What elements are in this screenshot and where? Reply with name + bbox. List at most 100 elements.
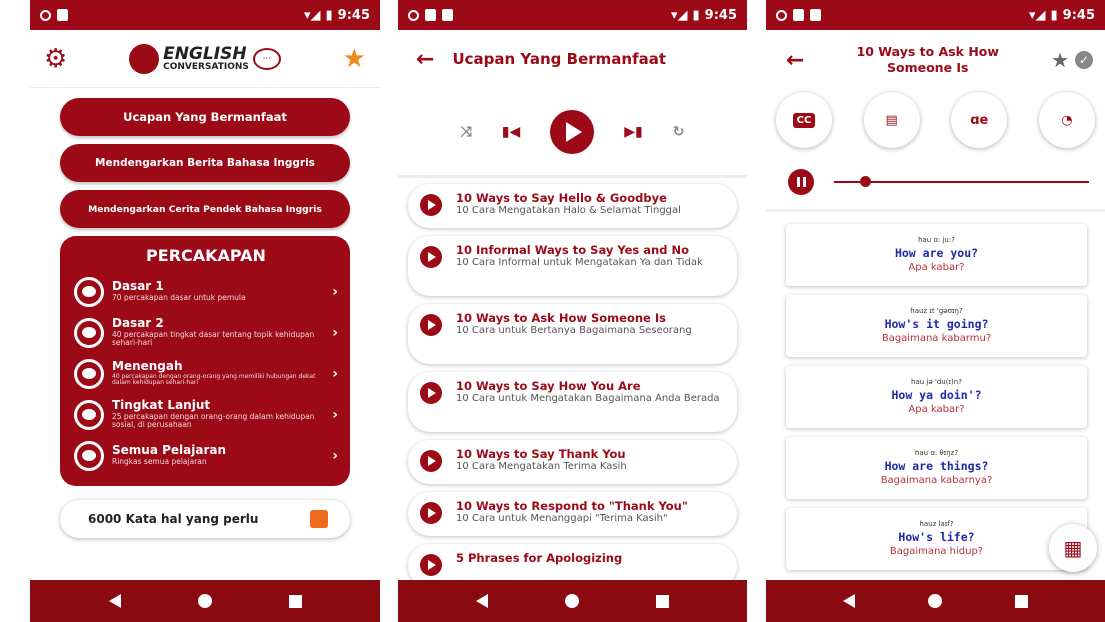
conversation-item-name: Menengah (112, 359, 183, 373)
lesson-title: 10 Informal Ways to Say Yes and No (456, 243, 689, 257)
conversation-item-name: Tingkat Lanjut (112, 398, 211, 412)
screen-header: ← 10 Ways to Ask How Someone Is ★ ✓ (766, 30, 1105, 90)
chevron-right-icon: › (332, 365, 338, 382)
subtitles-button[interactable]: CC (776, 92, 832, 148)
app-header: ⚙ ENGLISH CONVERSATIONS ··· ★ (30, 30, 380, 88)
vocabulary-button[interactable]: 6000 Kata hal yang perlu (60, 500, 350, 538)
lesson-item[interactable]: 10 Ways to Say How You Are 10 Cara untuk… (408, 372, 737, 432)
shuffle-icon[interactable]: ⤨ (461, 124, 472, 140)
recents-nav-icon[interactable] (288, 594, 302, 608)
play-icon[interactable] (420, 554, 442, 576)
check-icon[interactable]: ✓ (1075, 51, 1093, 69)
lesson-title: 10 Ways to Say Hello & Goodbye (456, 191, 667, 205)
app-logo: ENGLISH CONVERSATIONS ··· (129, 43, 281, 74)
star-icon[interactable]: ★ (1051, 48, 1069, 72)
lesson-item[interactable]: 10 Ways to Respond to "Thank You" 10 Car… (408, 492, 737, 536)
previous-icon[interactable]: ▮◀ (502, 124, 520, 140)
short-story-listening-button[interactable]: Mendengarkan Cerita Pendek Bahasa Inggri… (60, 190, 350, 228)
play-icon[interactable] (420, 450, 442, 472)
conversation-item-desc: Ringkas semua pelajaran (112, 457, 207, 467)
chevron-right-icon: › (332, 324, 338, 341)
screen-title: Ucapan Yang Bermanfaat (452, 50, 667, 68)
back-nav-icon[interactable] (108, 594, 121, 608)
phrase-card[interactable]: hauz laɪf? How's life? Bagaimana hidup? (786, 508, 1087, 570)
phrase-indonesian: Bagaimana kabarnya? (880, 474, 993, 486)
vocabulary-button-label: 6000 Kata hal yang perlu (88, 512, 259, 526)
chevron-right-icon: › (332, 283, 338, 300)
lesson-title: 10 Ways to Say Thank You (456, 447, 626, 461)
conversation-item-semua-pelajaran[interactable]: Semua Pelajaran Ringkas semua pelajaran … (74, 435, 338, 476)
phrase-ipa: hauz laɪf? (919, 520, 954, 529)
phrase-english: How's it going? (884, 316, 989, 331)
screen-header: ← Ucapan Yang Bermanfaat (398, 30, 747, 88)
phrase-indonesian: Apa kabar? (908, 261, 965, 273)
home-nav-icon[interactable] (564, 594, 579, 608)
battery-icon: ▮ (1050, 7, 1058, 23)
status-time: 9:45 (704, 7, 737, 23)
book-icon (310, 510, 328, 528)
play-icon[interactable] (420, 246, 442, 268)
conversation-item-dasar-2[interactable]: Dasar 2 40 percakapan tingkat dasar tent… (74, 312, 338, 353)
lesson-item[interactable]: 10 Informal Ways to Say Yes and No 10 Ca… (408, 236, 737, 296)
play-icon[interactable] (420, 194, 442, 216)
phrase-english: How are you? (894, 245, 979, 260)
conversation-item-dasar-1[interactable]: Dasar 1 70 percakapan dasar untuk pemula… (74, 271, 338, 312)
repeat-icon[interactable]: ↻ (673, 124, 685, 140)
phrase-ipa: hau jə 'du(ɪ)n? (911, 378, 962, 387)
chevron-right-icon: › (332, 447, 338, 464)
signal-icon: ▾◢ (1028, 7, 1046, 23)
conversation-item-name: Dasar 1 (112, 280, 164, 294)
back-arrow-icon[interactable]: ← (416, 47, 434, 72)
conversation-title: PERCAKAPAN (146, 246, 266, 265)
lesson-item[interactable]: 10 Ways to Ask How Someone Is 10 Cara un… (408, 304, 737, 364)
play-icon[interactable] (420, 382, 442, 404)
useful-phrases-button[interactable]: Ucapan Yang Bermanfaat (60, 98, 350, 136)
phrase-indonesian: Apa kabar? (908, 403, 965, 415)
status-bar: ▾◢ ▮ 9:45 (30, 0, 380, 30)
conversation-item-menengah[interactable]: Menengah 40 percakapan dengan orang-oran… (74, 353, 338, 394)
star-icon[interactable]: ★ (343, 46, 366, 72)
phrase-card[interactable]: hau ɑ: θɪŋz? How are things? Bagaimana k… (786, 437, 1087, 499)
back-nav-icon[interactable] (476, 594, 489, 608)
status-time: 9:45 (1062, 7, 1095, 23)
phrase-card[interactable]: hau jə 'du(ɪ)n? How ya doin'? Apa kabar? (786, 366, 1087, 428)
play-button[interactable] (550, 109, 595, 154)
conversation-item-tingkat-lanjut[interactable]: Tingkat Lanjut 25 percakapan dengan oran… (74, 394, 338, 435)
phrase-indonesian: Bagaimana kabarmu? (881, 332, 992, 344)
recents-nav-icon[interactable] (655, 594, 669, 608)
status-bar: ▾◢ ▮ 9:45 (398, 0, 747, 30)
back-nav-icon[interactable] (842, 594, 855, 608)
cc-icon: CC (792, 112, 816, 128)
phrase-english: How ya doin'? (891, 387, 982, 402)
lesson-item[interactable]: 10 Ways to Say Hello & Goodbye 10 Cara M… (408, 184, 737, 228)
pronunciation-icon: ɑe (970, 112, 989, 128)
lesson-subtitle: 10 Cara untuk Bertanya Bagaimana Seseora… (456, 325, 692, 337)
pronunciation-button[interactable]: ɑe (951, 92, 1008, 148)
audio-player: ⤨ ▮◀ ▶▮ ↻ (398, 88, 747, 178)
phrase-card[interactable]: hauz ɪt 'gəʊɪŋ? How's it going? Bagaiman… (786, 295, 1087, 357)
play-icon[interactable] (420, 314, 442, 336)
notification-icon (40, 9, 51, 21)
speed-button[interactable]: ◔ (1038, 92, 1095, 148)
lesson-subtitle: 10 Cara Mengatakan Halo & Selamat Tingga… (456, 205, 681, 217)
seek-knob[interactable] (859, 175, 871, 187)
back-arrow-icon[interactable]: ← (786, 48, 804, 73)
seek-track[interactable] (834, 175, 1089, 187)
gear-icon[interactable]: ⚙ (44, 46, 67, 72)
next-icon[interactable]: ▶▮ (624, 124, 642, 140)
pause-button[interactable] (788, 168, 814, 195)
home-nav-icon[interactable] (927, 594, 942, 608)
chevron-right-icon: › (332, 406, 338, 423)
play-icon[interactable] (420, 502, 442, 524)
home-nav-icon[interactable] (197, 594, 212, 608)
status-bar: ▾◢ ▮ 9:45 (766, 0, 1105, 30)
translate-button[interactable]: ▤ (863, 92, 920, 148)
phrase-card[interactable]: hau ɑ: ju:? How are you? Apa kabar? (786, 224, 1087, 286)
news-listening-button[interactable]: Mendengarkan Berita Bahasa Inggris (60, 144, 350, 182)
recents-nav-icon[interactable] (1015, 594, 1029, 608)
lesson-tools: CC ▤ ɑe ◔ (766, 92, 1105, 148)
lesson-item[interactable]: 10 Ways to Say Thank You 10 Cara Mengata… (408, 440, 737, 484)
notes-fab-button[interactable]: ▦ (1049, 524, 1097, 572)
battery-icon: ▮ (325, 7, 333, 23)
lesson-list: 10 Ways to Say Hello & Goodbye 10 Cara M… (398, 178, 747, 588)
